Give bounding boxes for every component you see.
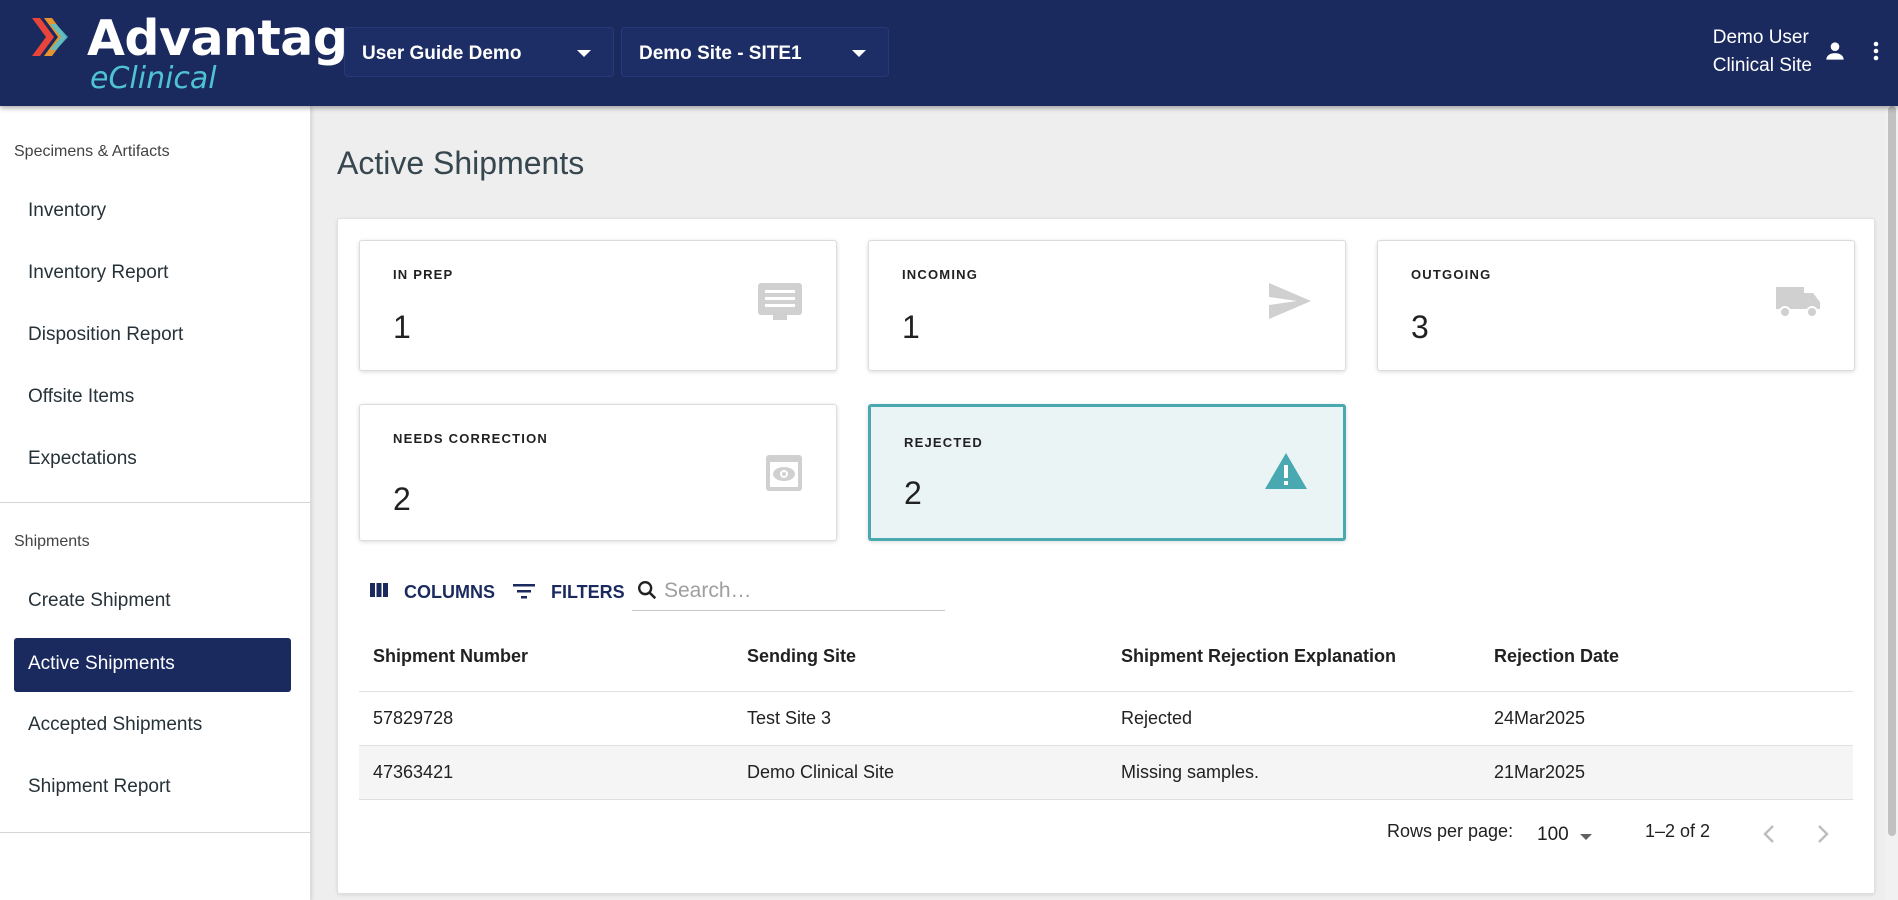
site-select[interactable]: Demo Site - SITE1 (621, 27, 889, 77)
chevron-down-icon[interactable] (1580, 834, 1592, 840)
pagination-range: 1–2 of 2 (1645, 821, 1711, 841)
cell-shipment-number: 47363421 (373, 762, 454, 782)
sidebar: Specimens & Artifacts Inventory Inventor… (0, 106, 311, 900)
warning-icon (1265, 453, 1307, 489)
sidebar-item-shipment-report[interactable]: Shipment Report (14, 761, 291, 815)
user-name: Demo User (1712, 27, 1809, 48)
sidebar-item-create-shipment[interactable]: Create Shipment (14, 575, 291, 629)
scrollbar-thumb[interactable] (1888, 106, 1896, 836)
sidebar-item-accepted-shipments[interactable]: Accepted Shipments (14, 699, 291, 753)
page-title: Active Shipments (337, 145, 585, 181)
cell-sending-site: Test Site 3 (747, 708, 832, 728)
sidebar-section-shipments: Shipments (14, 533, 90, 550)
filter-list-icon (513, 584, 535, 599)
column-header-rejection-date[interactable]: Rejection Date (1494, 646, 1619, 667)
columns-label: COLUMNS (404, 582, 495, 602)
logo-subtitle: eClinical (90, 61, 217, 96)
view-column-icon (370, 583, 388, 597)
cell-sending-site: Demo Clinical Site (747, 762, 895, 782)
shipments-table: Shipment Number Sending Site Shipment Re… (359, 626, 1853, 800)
app-logo[interactable]: Advantage eClinical (30, 10, 381, 96)
stat-label: OUTGOING (1411, 267, 1492, 282)
truck-icon (1776, 287, 1820, 318)
cell-rejection-explanation: Missing samples. (1121, 762, 1260, 782)
search-icon (638, 581, 657, 600)
stat-card-incoming[interactable]: INCOMING 1 (868, 240, 1346, 371)
chevron-down-icon (852, 50, 866, 57)
sidebar-item-inventory-report[interactable]: Inventory Report (14, 247, 291, 301)
cell-rejection-date: 24Mar2025 (1494, 708, 1586, 728)
cell-rejection-date: 21Mar2025 (1494, 762, 1586, 782)
stat-value: 3 (1411, 309, 1429, 345)
sidebar-item-expectations[interactable]: Expectations (14, 433, 291, 487)
filters-label: FILTERS (551, 582, 625, 602)
cell-shipment-number: 57829728 (373, 708, 454, 728)
stat-label: INCOMING (902, 267, 979, 282)
sidebar-section-specimens: Specimens & Artifacts (14, 143, 170, 160)
stat-value: 2 (904, 475, 922, 511)
stat-label: NEEDS CORRECTION (393, 431, 548, 446)
list-icon (758, 283, 802, 320)
previous-page-icon[interactable] (1760, 822, 1778, 846)
sidebar-divider (0, 832, 311, 833)
study-select-value: User Guide Demo (362, 43, 522, 64)
stat-value: 1 (393, 309, 411, 345)
sidebar-divider (0, 502, 311, 503)
more-vert-icon[interactable] (1866, 38, 1886, 64)
stat-card-outgoing[interactable]: OUTGOING 3 (1377, 240, 1855, 371)
sidebar-item-offsite-items[interactable]: Offsite Items (14, 371, 291, 425)
top-app-bar: Advantage eClinical User Guide Demo Demo… (0, 0, 1898, 106)
user-info: Demo User Clinical Site (1713, 24, 1812, 80)
sidebar-item-active-shipments[interactable]: Active Shipments (14, 638, 291, 692)
study-select[interactable]: User Guide Demo (344, 27, 614, 77)
user-role: Clinical Site (1712, 55, 1812, 76)
chevron-down-icon (577, 50, 591, 57)
table-row[interactable]: 57829728 Test Site 3 Rejected 24Mar2025 (359, 692, 1853, 746)
stat-value: 2 (393, 481, 411, 517)
stat-label: IN PREP (393, 267, 454, 282)
search-input[interactable] (664, 576, 934, 606)
table-header-row: Shipment Number Sending Site Shipment Re… (359, 626, 1853, 692)
logo-chevron-icon (32, 18, 68, 56)
columns-button[interactable]: COLUMNS (369, 578, 495, 608)
stat-value: 1 (902, 309, 920, 345)
preview-icon (766, 455, 802, 491)
table-row[interactable]: 47363421 Demo Clinical Site Missing samp… (359, 746, 1853, 800)
column-header-sending-site[interactable]: Sending Site (747, 646, 856, 667)
sidebar-item-disposition-report[interactable]: Disposition Report (14, 309, 291, 363)
column-header-shipment-number[interactable]: Shipment Number (373, 646, 528, 667)
next-page-icon[interactable] (1814, 822, 1832, 846)
rows-per-page-label: Rows per page: (1387, 821, 1514, 841)
stat-card-in-prep[interactable]: IN PREP 1 (359, 240, 837, 371)
stat-label: REJECTED (904, 435, 983, 450)
stat-card-needs-correction[interactable]: NEEDS CORRECTION 2 (359, 404, 837, 541)
rows-per-page-select[interactable]: 100 (1537, 824, 1569, 846)
site-select-value: Demo Site - SITE1 (639, 43, 802, 64)
send-icon (1269, 283, 1311, 319)
logo-name: Advantage (87, 10, 381, 67)
person-icon[interactable] (1822, 38, 1848, 64)
column-header-rejection-explanation[interactable]: Shipment Rejection Explanation (1121, 646, 1396, 667)
sidebar-item-inventory[interactable]: Inventory (14, 185, 291, 239)
stat-card-rejected[interactable]: REJECTED 2 (868, 404, 1346, 541)
cell-rejection-explanation: Rejected (1121, 708, 1193, 728)
filters-button[interactable]: FILTERS (512, 578, 625, 608)
search-field[interactable] (632, 574, 945, 611)
